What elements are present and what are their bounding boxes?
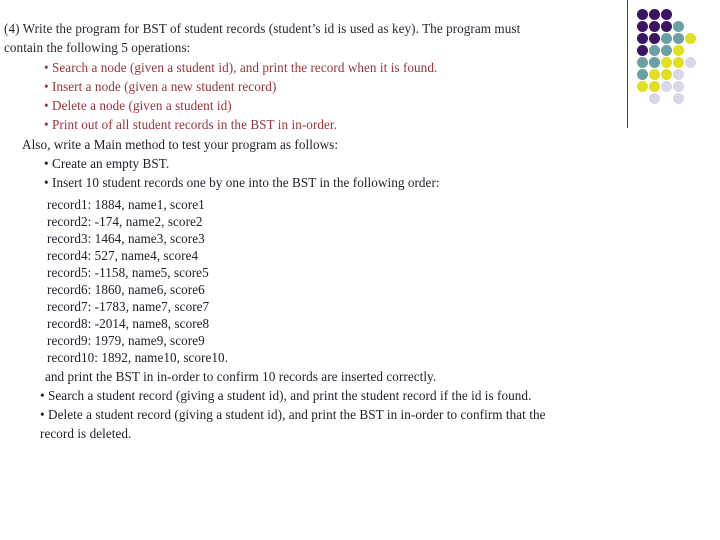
decoration-dot-yellow	[673, 57, 684, 68]
decoration-dot-teal	[649, 57, 660, 68]
record-3: record3: 1464, name3, score3	[47, 231, 205, 246]
decoration-dot-yellow	[649, 81, 660, 92]
record-5: record5: -1158, name5, score5	[47, 265, 209, 280]
decoration-dot-purple	[637, 9, 648, 20]
closing-delete-record: • Delete a student record (giving a stud…	[40, 407, 546, 422]
decoration-dot-yellow	[637, 81, 648, 92]
record-7: record7: -1783, name7, score7	[47, 299, 210, 314]
operation-insert: • Insert a node (given a new student rec…	[44, 79, 277, 94]
decoration-dot-purple	[649, 9, 660, 20]
dot-grid-decoration	[626, 0, 720, 130]
decoration-dot-yellow	[673, 45, 684, 56]
record-10: record10: 1892, name10, score10.	[47, 350, 229, 365]
closing-search-record: • Search a student record (giving a stud…	[40, 388, 532, 403]
record-2: record2: -174, name2, score2	[47, 214, 203, 229]
intro-line-2: contain the following 5 operations:	[4, 40, 191, 55]
decoration-dot-teal	[637, 69, 648, 80]
decoration-dot-purple	[637, 33, 648, 44]
intro-line-1: (4) Write the program for BST of student…	[4, 21, 521, 36]
decoration-dot-lilac	[685, 57, 696, 68]
decoration-dot-purple	[637, 45, 648, 56]
decoration-dot-teal	[637, 57, 648, 68]
operation-search: • Search a node (given a student id), an…	[44, 60, 438, 75]
decoration-dot-lilac	[673, 81, 684, 92]
decoration-dot-yellow	[685, 33, 696, 44]
decoration-dot-teal	[673, 33, 684, 44]
decoration-dot-teal	[661, 33, 672, 44]
record-9: record9: 1979, name9, score9	[47, 333, 205, 348]
record-6: record6: 1860, name6, score6	[47, 282, 205, 297]
operation-delete: • Delete a node (given a student id)	[44, 98, 232, 113]
decoration-dot-teal	[673, 21, 684, 32]
decoration-dot-purple	[661, 9, 672, 20]
operation-print: • Print out of all student records in th…	[44, 117, 337, 132]
decoration-dot-yellow	[661, 57, 672, 68]
decoration-dot-purple	[649, 21, 660, 32]
main-create-bst: • Create an empty BST.	[44, 156, 170, 171]
record-8: record8: -2014, name8, score8	[47, 316, 210, 331]
slide-canvas: (4) Write the program for BST of student…	[0, 0, 720, 540]
decoration-dot-purple	[637, 21, 648, 32]
closing-print-inorder: and print the BST in in-order to confirm…	[45, 369, 437, 384]
decoration-dot-teal	[649, 45, 660, 56]
decoration-dot-lilac	[673, 93, 684, 104]
main-intro: Also, write a Main method to test your p…	[22, 137, 339, 152]
decoration-dot-purple	[661, 21, 672, 32]
decoration-dot-yellow	[661, 69, 672, 80]
decoration-dot-teal	[661, 45, 672, 56]
record-4: record4: 527, name4, score4	[47, 248, 199, 263]
main-insert-10: • Insert 10 student records one by one i…	[44, 175, 440, 190]
decoration-dot-lilac	[649, 93, 660, 104]
decoration-dot-yellow	[649, 69, 660, 80]
vertical-rule-divider	[627, 0, 628, 128]
closing-record-deleted: record is deleted.	[40, 426, 132, 441]
decoration-dot-lilac	[673, 69, 684, 80]
decoration-dot-lilac	[661, 81, 672, 92]
record-1: record1: 1884, name1, score1	[47, 197, 205, 212]
decoration-dot-purple	[649, 33, 660, 44]
